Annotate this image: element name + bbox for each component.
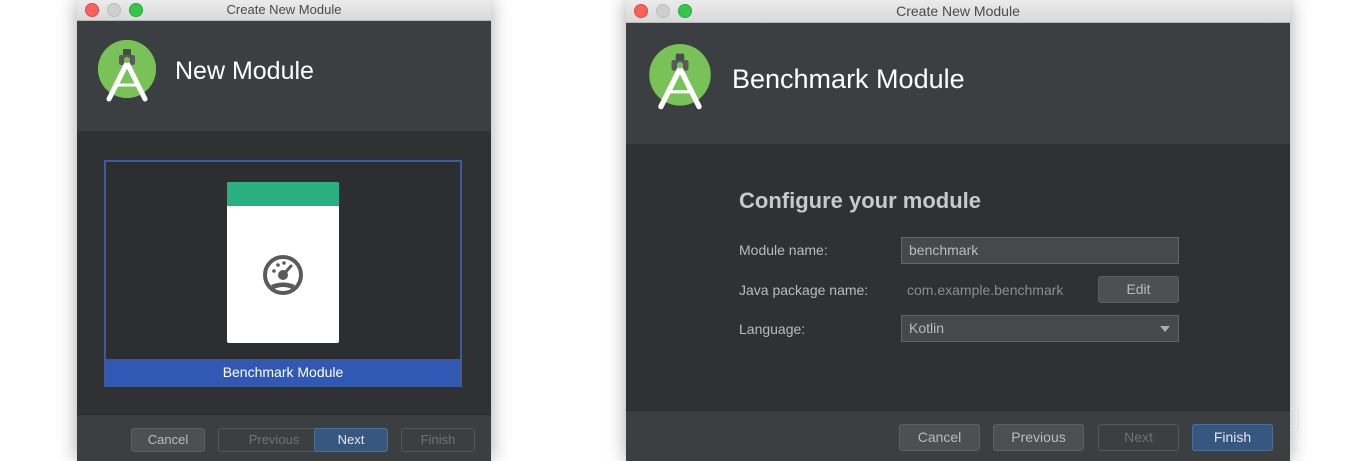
- benchmark-gauge-icon: [263, 255, 303, 295]
- finish-button[interactable]: Finish: [401, 428, 475, 452]
- header-title: New Module: [175, 57, 314, 85]
- template-label: Benchmark Module: [106, 359, 460, 385]
- maximize-window-button[interactable]: [129, 3, 143, 17]
- language-select[interactable]: Kotlin: [901, 315, 1179, 342]
- language-label: Language:: [739, 321, 806, 337]
- section-title: Configure your module: [739, 188, 981, 213]
- finish-button[interactable]: Finish: [1192, 424, 1273, 451]
- minimize-window-button[interactable]: [107, 3, 121, 17]
- cancel-button[interactable]: Cancel: [899, 424, 980, 451]
- new-module-dialog: Create New Module New Module Benchmark M…: [77, 0, 491, 461]
- template-preview-card: [227, 182, 339, 343]
- next-button[interactable]: Next: [1098, 424, 1179, 451]
- close-window-button[interactable]: [634, 4, 648, 18]
- previous-button[interactable]: Previous: [993, 424, 1084, 451]
- minimize-window-button[interactable]: [656, 4, 670, 18]
- close-window-button[interactable]: [85, 3, 99, 17]
- window-titlebar[interactable]: Create New Module: [626, 0, 1290, 23]
- window-titlebar[interactable]: Create New Module: [77, 0, 491, 21]
- window-title: Create New Module: [226, 2, 342, 17]
- window-controls: [634, 0, 692, 22]
- module-template-tile[interactable]: Benchmark Module: [104, 160, 462, 387]
- package-name-value: com.example.benchmark: [907, 282, 1064, 298]
- edit-package-button[interactable]: Edit: [1098, 276, 1179, 303]
- background-window-edge: [1290, 408, 1299, 430]
- dialog-header: New Module: [77, 21, 491, 131]
- package-name-label: Java package name:: [739, 282, 869, 298]
- dialog-footer: Cancel Previous Next Finish: [77, 414, 491, 461]
- window-controls: [85, 0, 143, 20]
- dialog-footer: Cancel Previous Next Finish: [626, 410, 1290, 461]
- template-card-header: [227, 182, 339, 206]
- language-selected-value: Kotlin: [909, 320, 945, 336]
- android-studio-logo-icon: [649, 44, 711, 110]
- android-studio-logo-icon: [98, 40, 156, 102]
- benchmark-module-dialog: Create New Module Benchmark Module Confi…: [626, 0, 1290, 461]
- configure-form-area: Configure your module Module name: bench…: [626, 144, 1290, 410]
- window-title: Create New Module: [896, 3, 1020, 19]
- dropdown-arrow-icon: [1160, 326, 1170, 332]
- module-gallery-area: Benchmark Module: [77, 131, 491, 415]
- module-name-label: Module name:: [739, 242, 828, 258]
- maximize-window-button[interactable]: [678, 4, 692, 18]
- module-name-input[interactable]: benchmark: [901, 237, 1179, 264]
- next-button[interactable]: Next: [314, 428, 388, 452]
- dialog-header: Benchmark Module: [626, 23, 1290, 144]
- header-title: Benchmark Module: [732, 64, 965, 94]
- cancel-button[interactable]: Cancel: [131, 428, 205, 452]
